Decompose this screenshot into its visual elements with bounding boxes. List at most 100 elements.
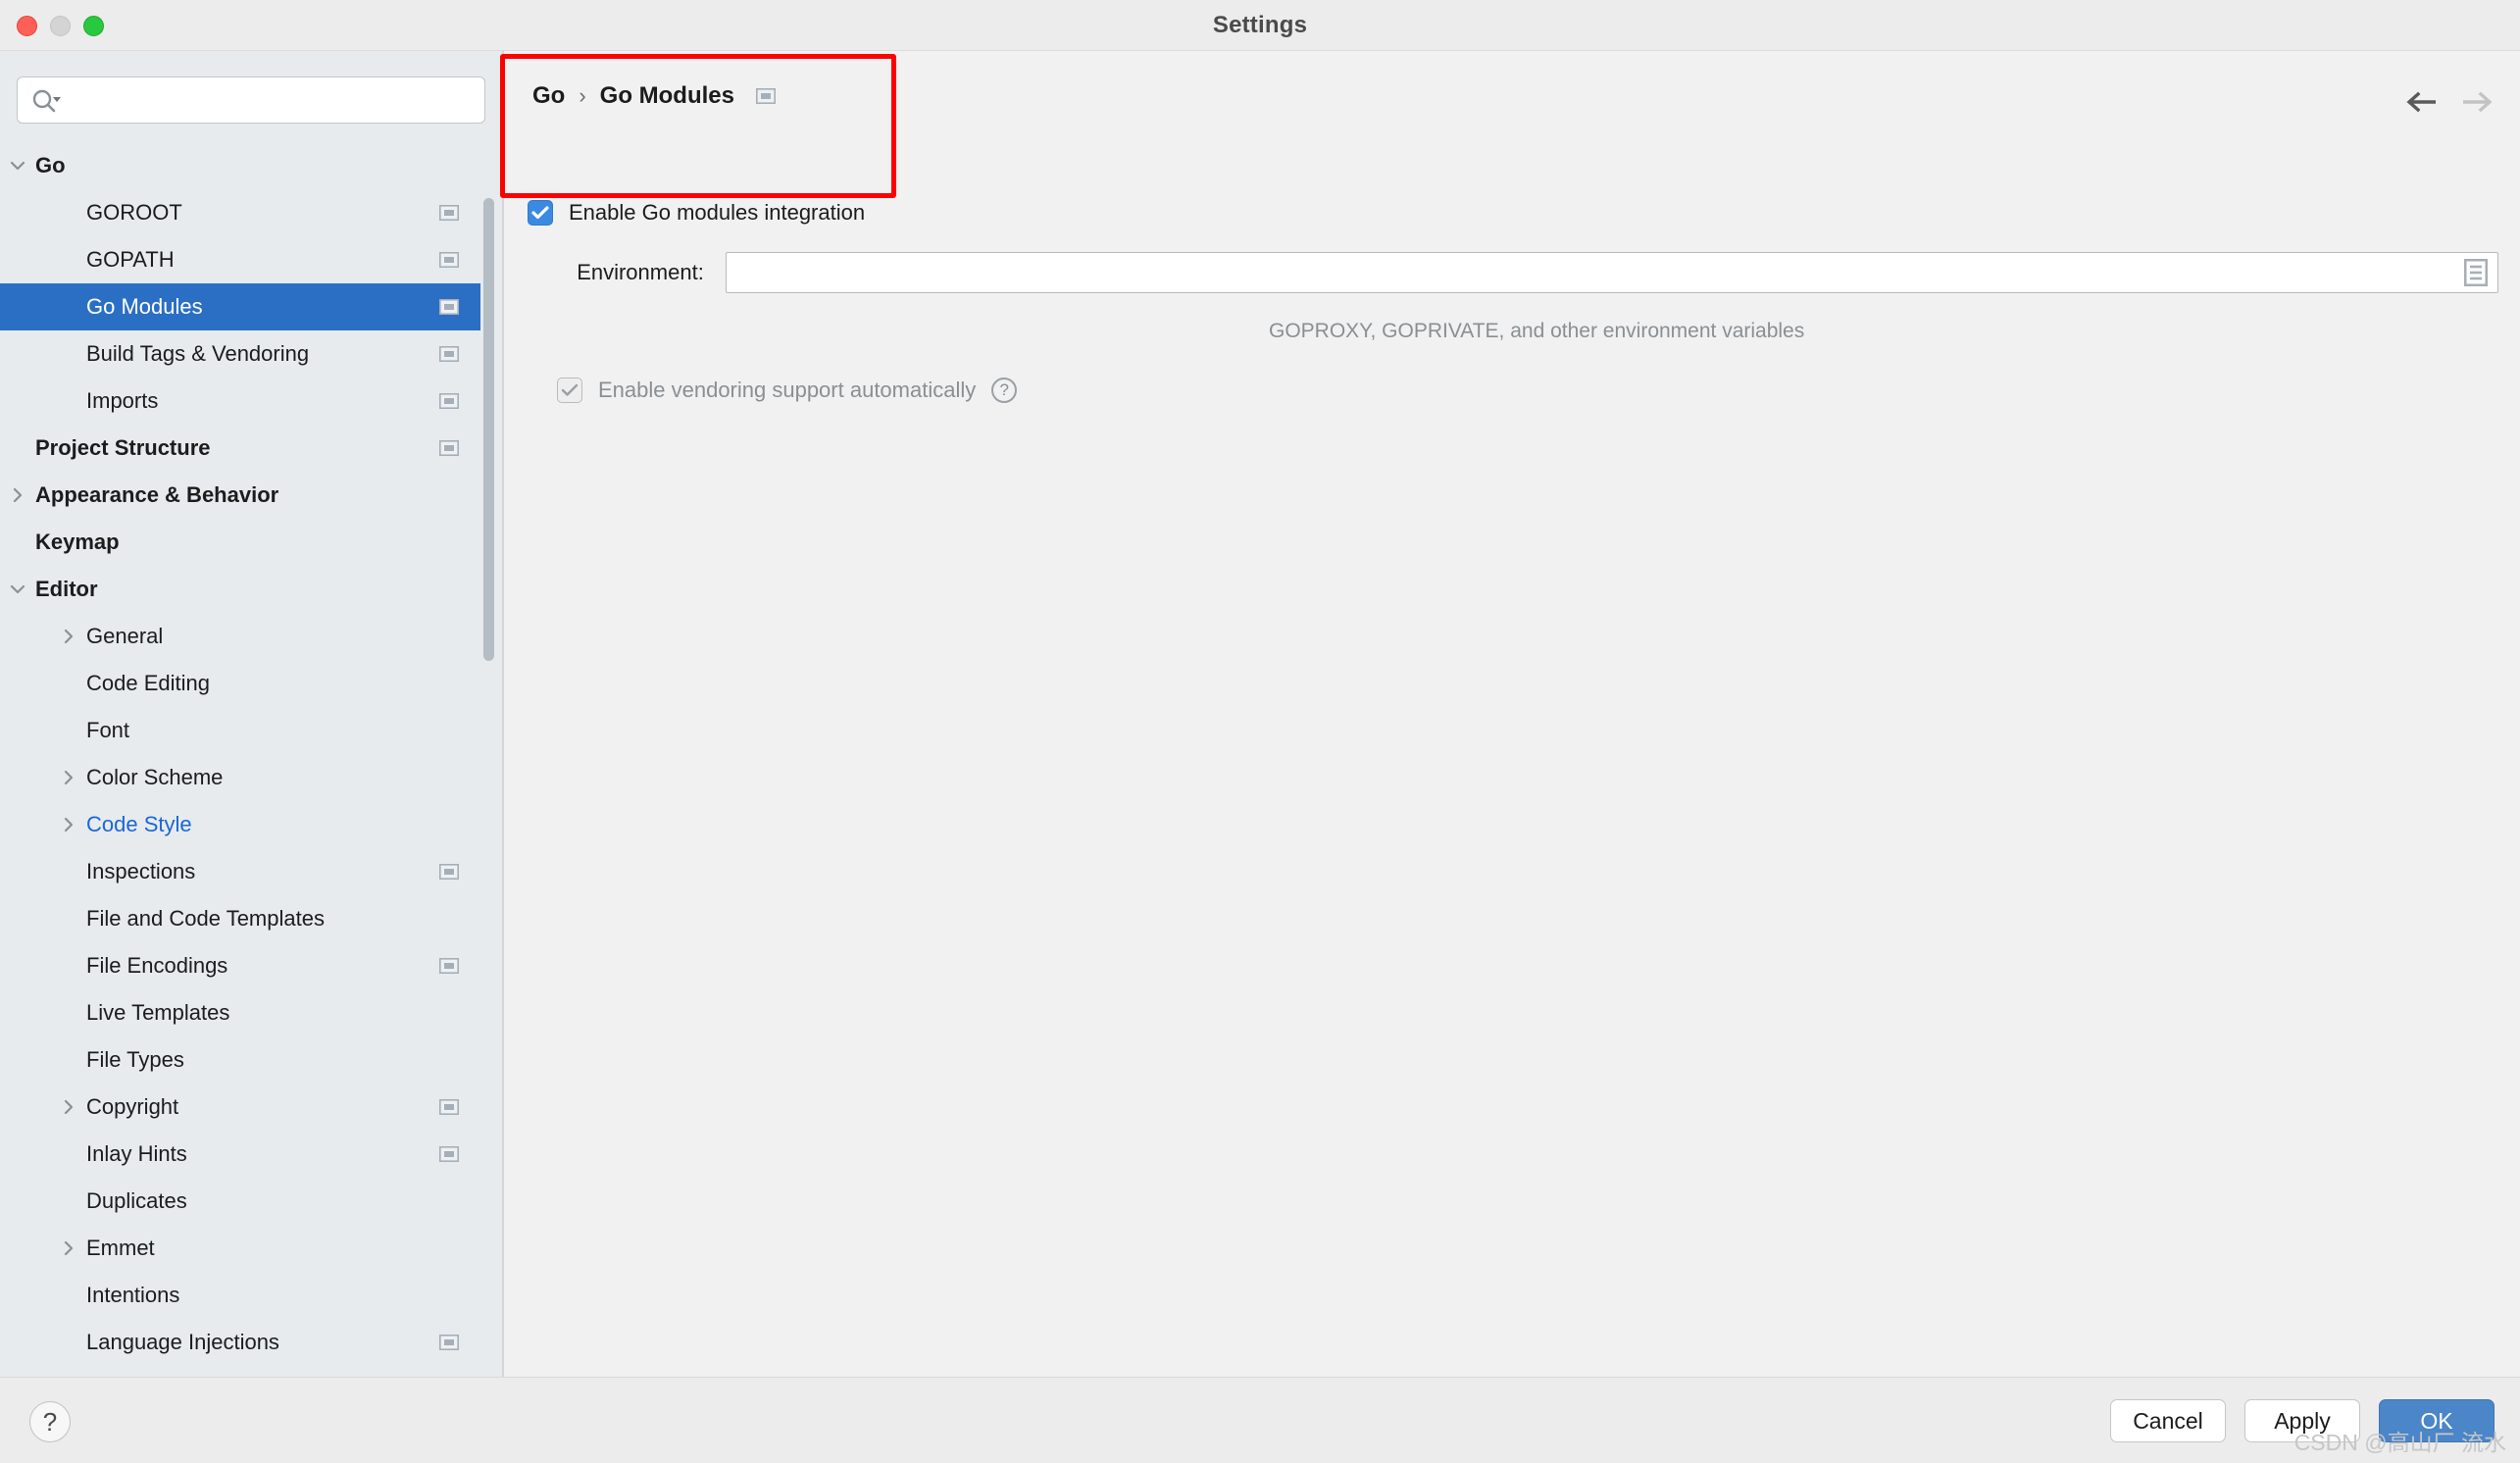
sidebar-item-code-editing[interactable]: Code Editing (0, 660, 480, 707)
cancel-button[interactable]: Cancel (2110, 1399, 2226, 1442)
enable-go-modules-checkbox[interactable] (528, 200, 553, 226)
search-input[interactable] (78, 77, 471, 123)
project-scope-icon (438, 298, 460, 316)
enable-go-modules-row[interactable]: Enable Go modules integration (528, 200, 865, 226)
chevron-down-icon[interactable] (6, 578, 29, 601)
ok-button[interactable]: OK (2379, 1399, 2495, 1442)
sidebar-item-label: File and Code Templates (86, 906, 325, 931)
chevron-right-icon[interactable] (57, 625, 80, 648)
breadcrumb-leaf: Go Modules (599, 82, 734, 109)
sidebar-item-color-scheme[interactable]: Color Scheme (0, 754, 480, 801)
sidebar-item-language-injections[interactable]: Language Injections (0, 1319, 480, 1366)
back-arrow-icon[interactable] (2404, 90, 2438, 119)
sidebar-item-label: Language Injections (86, 1330, 279, 1354)
sidebar-item-label: General (86, 624, 164, 648)
enable-go-modules-label: Enable Go modules integration (569, 200, 866, 225)
sidebar-item-live-templates[interactable]: Live Templates (0, 989, 480, 1036)
project-scope-icon (438, 1145, 460, 1163)
help-button[interactable]: ? (29, 1401, 71, 1442)
footer-bar: ? Cancel Apply OK (0, 1377, 2520, 1463)
sidebar-item-label: Keymap (35, 530, 120, 554)
project-scope-icon (756, 88, 776, 104)
project-scope-icon (438, 392, 460, 410)
enable-vendoring-label: Enable vendoring support automatically (598, 378, 977, 402)
chevron-right-icon[interactable] (57, 1095, 80, 1119)
project-scope-icon (438, 1098, 460, 1116)
sidebar-item-gopath[interactable]: GOPATH (0, 236, 480, 283)
enable-vendoring-checkbox (557, 378, 582, 403)
project-scope-icon (438, 1334, 460, 1351)
sidebar-item-general[interactable]: General (0, 613, 480, 660)
sidebar-item-label: Live Templates (86, 1000, 230, 1025)
sidebar-item-label: File Types (86, 1047, 184, 1072)
project-scope-icon (438, 439, 460, 457)
project-scope-icon (438, 204, 460, 222)
sidebar-item-file-types[interactable]: File Types (0, 1036, 480, 1084)
chevron-down-icon[interactable] (6, 154, 29, 177)
list-editor-icon[interactable] (2463, 258, 2489, 287)
sidebar-item-imports[interactable]: Imports (0, 378, 480, 425)
environment-input[interactable] (726, 253, 2497, 292)
sidebar-item-label: File Encodings (86, 953, 228, 978)
sidebar-item-label: Editor (35, 577, 98, 601)
breadcrumb-root[interactable]: Go (532, 82, 565, 110)
titlebar: Settings (0, 0, 2520, 51)
sidebar-item-go[interactable]: Go (0, 142, 480, 189)
sidebar-item-goroot[interactable]: GOROOT (0, 189, 480, 236)
search-box[interactable] (17, 76, 485, 124)
sidebar-item-label: Color Scheme (86, 765, 224, 789)
sidebar-item-go-modules[interactable]: Go Modules (0, 283, 480, 330)
sidebar-item-inspections[interactable]: Inspections (0, 848, 480, 895)
sidebar-item-intentions[interactable]: Intentions (0, 1272, 480, 1319)
settings-window: Settings Go GOROOT GOPATH Go Modules Build T… (0, 0, 2520, 1463)
sidebar-item-label: Inlay Hints (86, 1141, 187, 1166)
settings-main-panel: Go › Go Modules Enable Go modules integr… (504, 51, 2520, 1377)
chevron-right-icon[interactable] (57, 1236, 80, 1260)
sidebar-item-editor[interactable]: Editor (0, 566, 480, 613)
sidebar-item-label: Copyright (86, 1094, 179, 1119)
environment-hint: GOPROXY, GOPRIVATE, and other environmen… (1269, 320, 1805, 342)
sidebar-item-inlay-hints[interactable]: Inlay Hints (0, 1131, 480, 1178)
sidebar-item-appearance-behavior[interactable]: Appearance & Behavior (0, 472, 480, 519)
enable-vendoring-row[interactable]: Enable vendoring support automatically ? (557, 378, 1018, 403)
sidebar-item-label: GOPATH (86, 247, 175, 272)
sidebar-item-copyright[interactable]: Copyright (0, 1084, 480, 1131)
sidebar-item-label: Imports (86, 388, 159, 413)
chevron-right-icon[interactable] (57, 766, 80, 789)
environment-label: Environment: (577, 260, 704, 284)
breadcrumb: Go › Go Modules (532, 82, 776, 110)
sidebar-item-label: Code Style (86, 812, 192, 836)
sidebar-item-file-and-code-templates[interactable]: File and Code Templates (0, 895, 480, 942)
project-scope-icon (438, 345, 460, 363)
sidebar-item-file-encodings[interactable]: File Encodings (0, 942, 480, 989)
chevron-right-icon[interactable] (57, 813, 80, 836)
sidebar-item-emmet[interactable]: Emmet (0, 1225, 480, 1272)
chevron-right-icon[interactable] (6, 483, 29, 507)
sidebar-item-label: Inspections (86, 859, 196, 883)
sidebar-item-code-style[interactable]: Code Style (0, 801, 480, 848)
environment-row: Environment: (528, 252, 2498, 293)
sidebar-item-label: Intentions (86, 1283, 180, 1307)
sidebar-item-label: Build Tags & Vendoring (86, 341, 310, 366)
apply-button[interactable]: Apply (2244, 1399, 2360, 1442)
search-wrap (17, 76, 485, 124)
chevron-right-icon: › (579, 83, 586, 108)
sidebar-item-project-structure[interactable]: Project Structure (0, 425, 480, 472)
help-circle-icon[interactable]: ? (991, 378, 1018, 403)
sidebar-item-build-tags-vendoring[interactable]: Build Tags & Vendoring (0, 330, 480, 378)
sidebar-item-keymap[interactable]: Keymap (0, 519, 480, 566)
settings-sidebar: Go GOROOT GOPATH Go Modules Build Tags & Ven… (0, 51, 502, 1377)
sidebar-item-duplicates[interactable]: Duplicates (0, 1178, 480, 1225)
sidebar-item-label: GOROOT (86, 200, 182, 225)
environment-field[interactable] (725, 252, 2498, 293)
search-icon (31, 88, 61, 119)
project-scope-icon (438, 863, 460, 881)
sidebar-item-label: Code Editing (86, 671, 210, 695)
footer-buttons: Cancel Apply OK (2110, 1399, 2495, 1442)
window-title: Settings (1212, 12, 1308, 38)
project-scope-icon (438, 251, 460, 269)
sidebar-scrollbar-thumb[interactable] (483, 198, 494, 661)
sidebar-item-font[interactable]: Font (0, 707, 480, 754)
forward-arrow-icon[interactable] (2461, 90, 2495, 119)
sidebar-item-label: Emmet (86, 1236, 155, 1260)
